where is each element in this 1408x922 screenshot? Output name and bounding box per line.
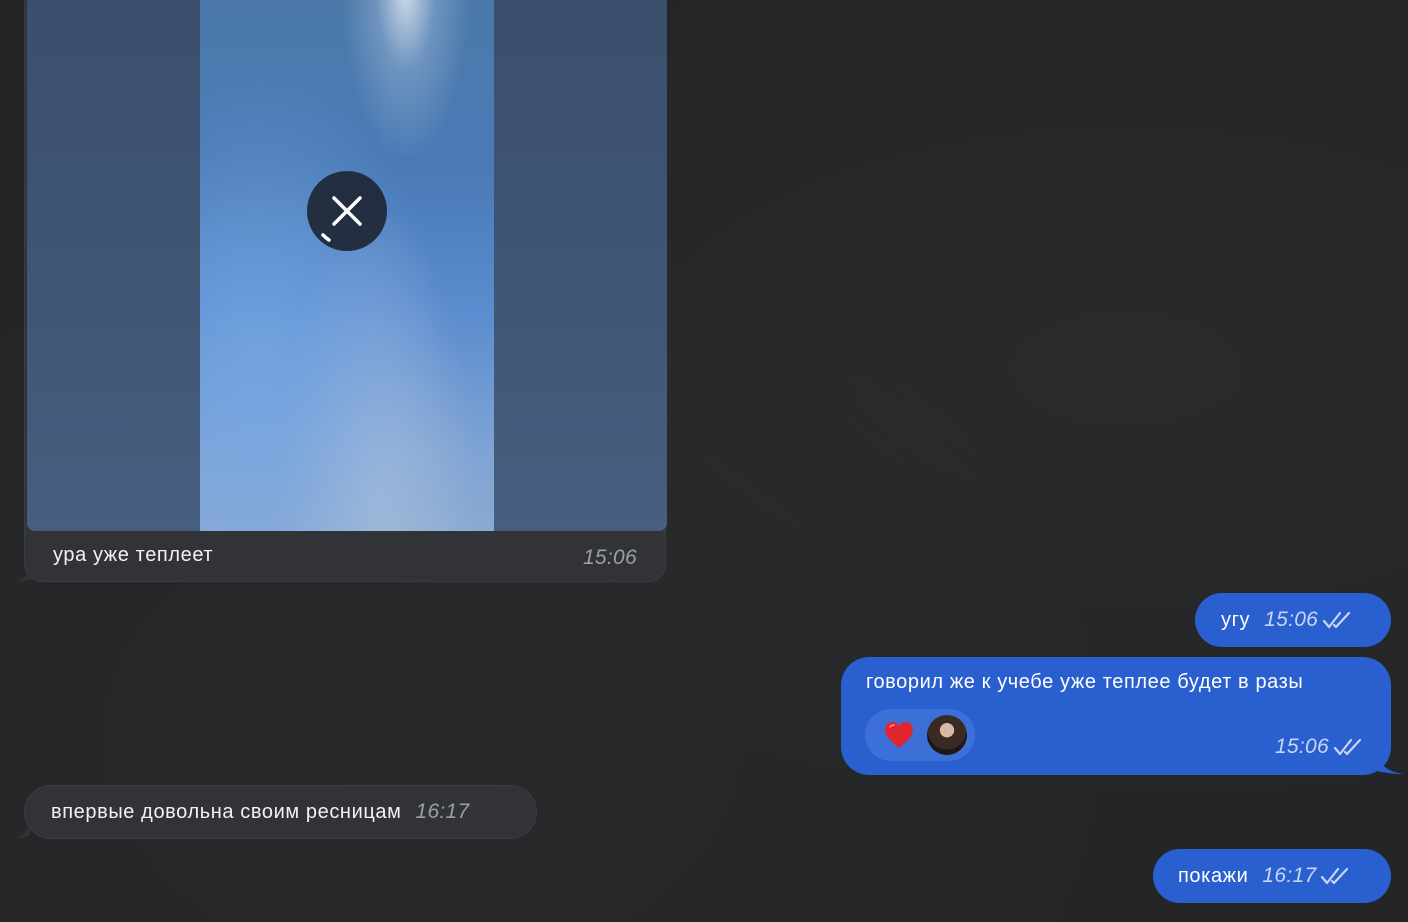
message-meta: 15:06 <box>1264 608 1352 632</box>
double-check-icon <box>1321 867 1349 885</box>
message-text: говорил же к учебе уже теплее будет в ра… <box>866 671 1304 693</box>
message-time: 16:17 <box>1262 864 1317 887</box>
outgoing-message[interactable]: угу 15:06 <box>1195 593 1391 647</box>
photo-content <box>200 0 494 531</box>
message-meta: 16:17 <box>415 800 469 824</box>
message-meta: 15:06 <box>1275 735 1363 759</box>
message-text: впервые довольна своим ресницам <box>51 800 402 823</box>
chat-area: ура уже теплеет 15:06 угу 15:06 говорил … <box>0 0 1408 922</box>
message-time: 15:06 <box>582 546 637 569</box>
double-check-icon <box>1333 738 1362 756</box>
close-icon <box>321 196 362 242</box>
heart-reaction-icon <box>885 722 913 748</box>
double-check-icon <box>1323 611 1351 629</box>
reactor-avatar <box>927 715 967 755</box>
cancel-download-button[interactable] <box>307 171 387 251</box>
bubble-tail <box>14 563 30 582</box>
bubble-tail <box>1378 755 1404 774</box>
reactions-pill[interactable] <box>865 709 975 761</box>
message-time: 15:06 <box>1274 735 1329 758</box>
message-text: угу <box>1221 608 1251 631</box>
message-text: покажи <box>1178 864 1249 887</box>
outgoing-message-with-reactions[interactable]: говорил же к учебе уже теплее будет в ра… <box>841 657 1391 775</box>
incoming-photo-message[interactable]: ура уже теплеет 15:06 <box>24 0 667 582</box>
incoming-message[interactable]: впервые довольна своим ресницам 16:17 <box>24 785 537 839</box>
message-text: ура уже теплеет <box>53 544 214 566</box>
outgoing-message[interactable]: покажи 16:17 <box>1153 849 1391 903</box>
message-time: 16:17 <box>415 800 470 823</box>
message-time: 15:06 <box>1264 608 1319 631</box>
bubble-tail <box>14 819 30 838</box>
photo-preview[interactable] <box>27 0 667 531</box>
message-meta: 16:17 <box>1262 864 1350 888</box>
